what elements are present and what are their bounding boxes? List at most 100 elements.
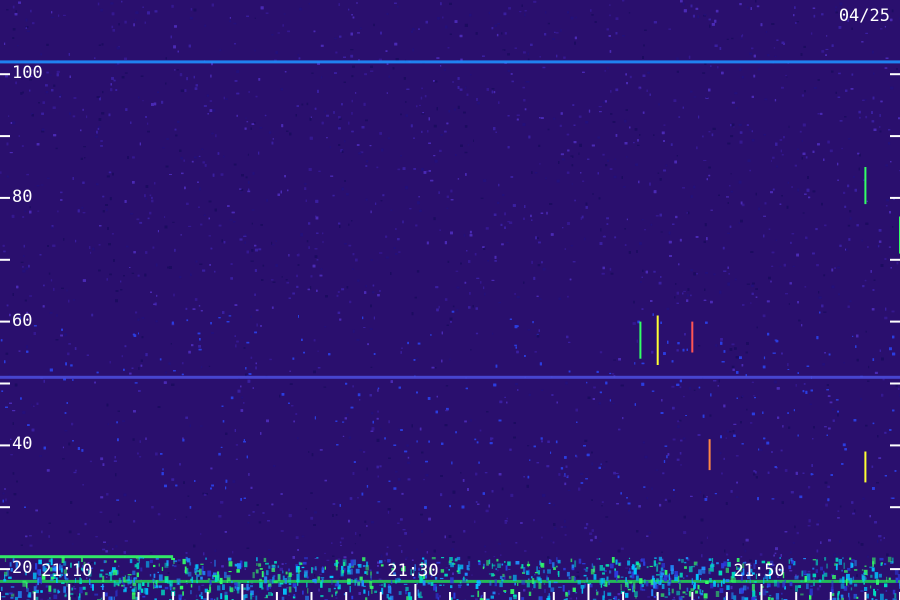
noise-speckle <box>81 449 84 452</box>
noise-speckle <box>880 28 883 30</box>
noise-speckle <box>189 506 192 509</box>
noise-speckle <box>501 32 503 35</box>
noise-speckle <box>266 199 268 202</box>
noise-speckle <box>791 233 795 235</box>
noise-speckle <box>884 431 887 434</box>
noise-speckle <box>219 49 222 52</box>
noise-speckle <box>199 187 201 191</box>
noise-speckle <box>254 331 257 334</box>
noise-speckle <box>606 223 609 225</box>
noise-speckle <box>262 264 265 267</box>
noise-speckle <box>395 58 399 61</box>
noise-speckle <box>208 200 212 203</box>
noise-speckle <box>341 103 343 106</box>
noise-speckle <box>621 176 623 179</box>
noise-speckle <box>404 532 407 535</box>
noise-speckle <box>362 316 364 320</box>
noise-speckle <box>467 556 471 559</box>
noise-speckle <box>159 358 162 361</box>
noise-speckle <box>89 460 92 463</box>
noise-speckle <box>765 31 768 33</box>
noise-speckle <box>801 94 804 97</box>
noise-speckle <box>39 254 42 256</box>
noise-speckle <box>230 277 233 280</box>
noise-speckle <box>227 205 230 207</box>
noise-speckle <box>617 593 621 596</box>
noise-speckle <box>706 178 708 181</box>
noise-speckle <box>493 383 497 387</box>
noise-speckle <box>210 322 212 325</box>
noise-speckle <box>244 568 246 570</box>
noise-speckle <box>888 246 891 248</box>
noise-speckle <box>465 387 468 390</box>
noise-speckle <box>667 453 670 456</box>
noise-speckle <box>415 357 419 360</box>
noise-speckle <box>36 185 40 187</box>
noise-speckle <box>816 264 819 267</box>
noise-speckle <box>135 11 139 14</box>
noise-speckle <box>156 294 158 297</box>
noise-speckle <box>839 505 842 508</box>
noise-speckle <box>797 372 799 374</box>
noise-speckle <box>679 386 682 389</box>
noise-speckle <box>61 328 63 331</box>
noise-speckle <box>637 139 639 142</box>
noise-speckle <box>115 63 118 67</box>
noise-speckle <box>285 279 288 281</box>
noise-speckle <box>107 543 109 546</box>
noise-speckle <box>298 253 300 257</box>
noise-speckle <box>454 20 458 23</box>
noise-speckle <box>886 553 889 557</box>
noise-speckle <box>6 9 9 11</box>
noise-speckle <box>308 222 311 225</box>
noise-speckle <box>436 308 439 312</box>
noise-speckle <box>721 361 725 363</box>
noise-speckle <box>455 431 457 434</box>
noise-speckle <box>112 29 115 32</box>
noise-speckle <box>352 329 355 333</box>
noise-speckle <box>574 41 576 45</box>
noise-speckle <box>244 127 247 130</box>
noise-speckle <box>52 106 56 109</box>
noise-speckle <box>797 434 799 437</box>
noise-speckle <box>46 469 50 472</box>
noise-speckle <box>210 562 212 564</box>
noise-speckle <box>176 69 179 71</box>
noise-speckle <box>199 425 203 427</box>
noise-speckle <box>397 522 400 524</box>
noise-speckle <box>578 487 581 491</box>
noise-speckle <box>319 449 323 451</box>
noise-speckle <box>764 202 767 205</box>
noise-speckle <box>799 495 803 499</box>
noise-speckle <box>98 269 101 272</box>
noise-speckle <box>236 92 240 95</box>
noise-speckle <box>561 158 565 161</box>
noise-speckle <box>506 401 508 404</box>
noise-speckle <box>808 486 811 489</box>
noise-speckle <box>476 277 480 279</box>
noise-speckle <box>240 385 242 388</box>
noise-speckle <box>270 279 274 281</box>
noise-speckle <box>314 255 318 258</box>
noise-speckle <box>768 228 771 230</box>
noise-speckle <box>189 17 193 20</box>
noise-speckle <box>240 409 244 412</box>
noise-speckle <box>387 137 391 140</box>
noise-speckle <box>676 458 680 461</box>
noise-speckle <box>884 67 888 69</box>
noise-speckle <box>82 181 85 184</box>
noise-speckle <box>449 2 452 5</box>
noise-speckle <box>833 553 836 557</box>
noise-speckle <box>856 358 859 362</box>
noise-speckle <box>730 490 733 493</box>
noise-speckle <box>129 372 132 375</box>
noise-speckle <box>133 251 136 254</box>
noise-speckle <box>298 315 299 318</box>
noise-speckle <box>560 467 564 470</box>
noise-speckle <box>339 541 342 544</box>
noise-speckle <box>599 587 602 589</box>
noise-speckle <box>204 164 207 167</box>
noise-speckle <box>377 294 380 297</box>
noise-speckle <box>22 411 26 414</box>
noise-speckle <box>47 177 50 179</box>
